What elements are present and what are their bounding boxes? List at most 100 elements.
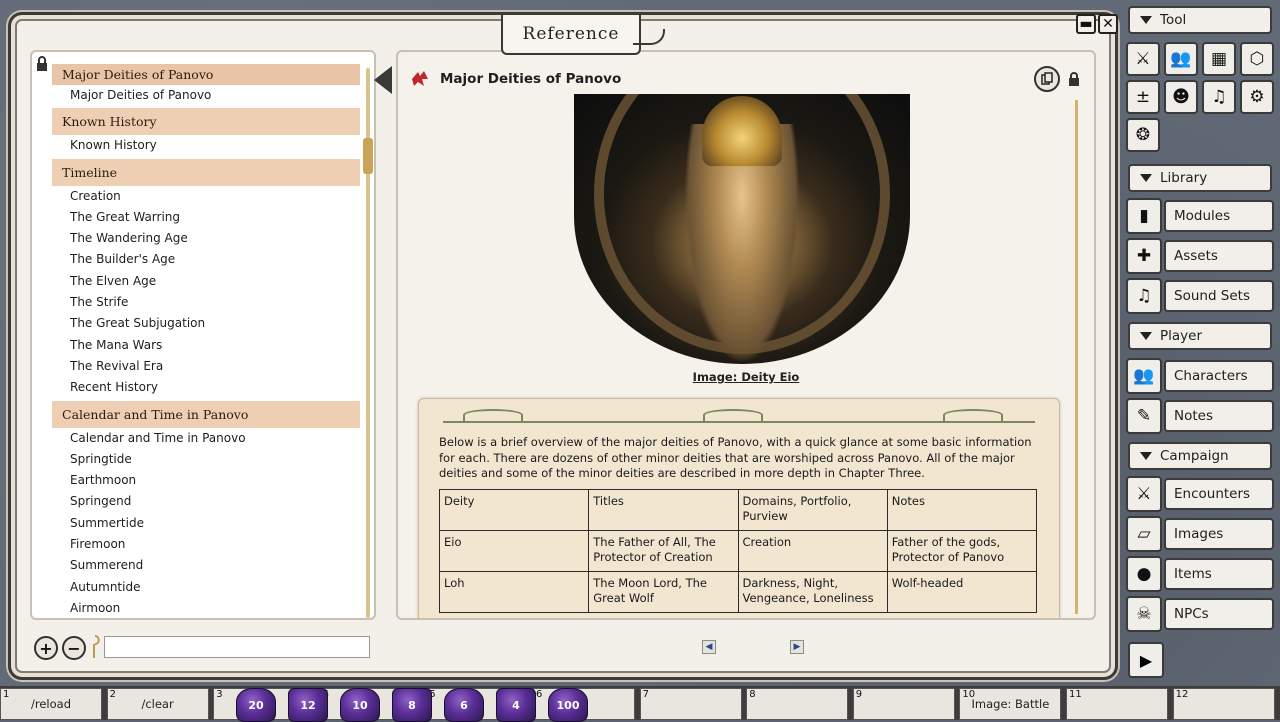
sidebar-item-modules[interactable]: ▮ Modules	[1126, 198, 1276, 234]
player-section-header[interactable]: Player	[1128, 322, 1272, 350]
list-item[interactable]: Summertide	[52, 513, 360, 534]
story-list-panel: Major Deities of Panovo Major Deities of …	[30, 50, 376, 620]
copy-icon[interactable]	[1034, 66, 1060, 92]
users-icon[interactable]: 👥	[1164, 42, 1198, 76]
modifier-icon[interactable]: ±	[1126, 80, 1160, 114]
hotkey-number: 8	[749, 689, 756, 700]
list-item[interactable]: Major Deities of Panovo	[52, 85, 360, 106]
hotkey-slot[interactable]: 12	[1172, 688, 1275, 720]
lock-icon[interactable]	[35, 56, 49, 72]
sidebar-item-sound-sets[interactable]: ♫ Sound Sets	[1126, 278, 1276, 314]
sword-icon: ⚔	[1126, 476, 1162, 512]
table-cell: The Father of All, The Protector of Crea…	[588, 530, 739, 572]
sidebar-item-images[interactable]: ▱ Images	[1126, 516, 1276, 552]
list-item[interactable]: The Elven Age	[52, 271, 360, 292]
remove-entry-button[interactable]: −	[62, 636, 86, 660]
list-group-header[interactable]: Timeline	[52, 158, 360, 186]
image-caption-link[interactable]: Image: Deity Eio	[398, 370, 1094, 384]
die-icon[interactable]: 100	[548, 688, 588, 722]
die-icon[interactable]: 20	[236, 688, 276, 722]
list-item[interactable]: Creation	[52, 186, 360, 207]
die-icon[interactable]: 6	[444, 688, 484, 722]
list-item[interactable]: The Revival Era	[52, 356, 360, 377]
collapse-icon	[1140, 452, 1152, 460]
sidebar-item-characters[interactable]: 👥 Characters	[1126, 358, 1276, 394]
sidebar-item-label: Notes	[1164, 400, 1274, 432]
sidebar-item-items[interactable]: ● Items	[1126, 556, 1276, 592]
user-gear-icon[interactable]: ☻	[1164, 80, 1198, 114]
list-item[interactable]: Springtide	[52, 449, 360, 470]
sidebar-item-encounters[interactable]: ⚔ Encounters	[1126, 476, 1276, 512]
hotkey-number: 10	[962, 689, 976, 700]
previous-page-icon[interactable]: ◀	[702, 640, 716, 654]
sidebar-item-npcs[interactable]: ☠ NPCs	[1126, 596, 1276, 632]
list-item[interactable]: Calendar and Time in Panovo	[52, 428, 360, 449]
collapse-list-icon[interactable]	[374, 66, 392, 94]
list-group-header[interactable]: Major Deities of Panovo	[52, 64, 360, 85]
sword-icon[interactable]: ⚔	[1126, 42, 1160, 76]
table-header: Titles	[588, 489, 739, 531]
bag-icon: ●	[1126, 556, 1162, 592]
table-cell: Creation	[737, 530, 888, 572]
list-item[interactable]: Springend	[52, 491, 360, 512]
deity-table: Deity Titles Domains, Portfolio, Purview…	[438, 489, 1038, 613]
table-cell: Eio	[438, 530, 590, 572]
table-header-row: Deity Titles Domains, Portfolio, Purview…	[438, 489, 1038, 531]
list-group-header[interactable]: Calendar and Time in Panovo	[52, 400, 360, 428]
list-item[interactable]: Known History	[52, 135, 360, 156]
calendar-icon[interactable]: ▦	[1202, 42, 1236, 76]
minimize-button[interactable]: ▬	[1076, 14, 1096, 34]
die-icon[interactable]: 8	[392, 688, 432, 722]
map-icon: ▱	[1126, 516, 1162, 552]
die-icon[interactable]: 4	[496, 688, 536, 722]
sidebar: Tool ⚔ 👥 ▦ ⬡ ± ☻ ♫ ⚙ ❂ Library ▮ Modules…	[1122, 0, 1280, 686]
close-button[interactable]: ✕	[1098, 14, 1118, 34]
table-header: Notes	[886, 489, 1038, 531]
list-item[interactable]: Summerend	[52, 555, 360, 576]
search-input[interactable]	[104, 636, 370, 658]
list-item[interactable]: Firemoon	[52, 534, 360, 555]
content-scrollbar[interactable]	[1075, 100, 1078, 614]
list-item[interactable]: The Mana Wars	[52, 335, 360, 356]
hotkey-slot[interactable]: 1/reload	[0, 688, 102, 720]
hotkey-slot[interactable]: 7	[639, 688, 742, 720]
list-item[interactable]: The Builder's Age	[52, 249, 360, 270]
die-icon[interactable]: 12	[288, 688, 328, 722]
effects-icon[interactable]: ❂	[1126, 118, 1160, 152]
sidebar-item-notes[interactable]: ✎ Notes	[1126, 398, 1276, 434]
play-icon[interactable]: ▶	[1128, 642, 1164, 678]
hotkey-slot[interactable]: 10 Image: Battle	[959, 688, 1062, 720]
die-icon[interactable]: 10	[340, 688, 380, 722]
library-section-header[interactable]: Library	[1128, 164, 1272, 192]
hotkey-slot[interactable]: 9	[852, 688, 955, 720]
list-group-header[interactable]: Known History	[52, 108, 360, 136]
list-item[interactable]: The Great Subjugation	[52, 313, 360, 334]
settings-icon[interactable]: ⚙	[1240, 80, 1274, 114]
sidebar-item-assets[interactable]: ✚ Assets	[1126, 238, 1276, 274]
list-item[interactable]: The Great Warring	[52, 207, 360, 228]
hotkey-label: /clear	[141, 697, 174, 711]
list-item[interactable]: The Wandering Age	[52, 228, 360, 249]
list-item[interactable]: Airmoon	[52, 598, 360, 618]
list-item[interactable]: Autumntide	[52, 577, 360, 598]
table-cell: Darkness, Night, Vengeance, Loneliness	[737, 571, 888, 613]
tool-section-header[interactable]: Tool	[1128, 6, 1272, 34]
list-item[interactable]: Earthmoon	[52, 470, 360, 491]
list-item[interactable]: Recent History	[52, 377, 360, 398]
sidebar-item-label: Assets	[1164, 240, 1274, 272]
d20-icon[interactable]: ⬡	[1240, 42, 1274, 76]
story-book-icon	[412, 71, 428, 86]
campaign-section-header[interactable]: Campaign	[1128, 442, 1272, 470]
music-icon[interactable]: ♫	[1202, 80, 1236, 114]
list-item[interactable]: The Strife	[52, 292, 360, 313]
list-scrollbar[interactable]	[363, 68, 373, 618]
puzzle-icon: ✚	[1126, 238, 1162, 274]
hotkey-number: 2	[109, 689, 116, 700]
hotkey-slot[interactable]: 2/clear	[106, 688, 209, 720]
hotkey-slot[interactable]: 11	[1066, 688, 1168, 720]
table-row: Loh The Moon Lord, The Great Wolf Darkne…	[438, 571, 1038, 613]
lock-icon[interactable]	[1068, 72, 1080, 87]
hotkey-slot[interactable]: 8	[746, 688, 849, 720]
next-page-icon[interactable]: ▶	[790, 640, 804, 654]
add-entry-button[interactable]: +	[34, 636, 58, 660]
